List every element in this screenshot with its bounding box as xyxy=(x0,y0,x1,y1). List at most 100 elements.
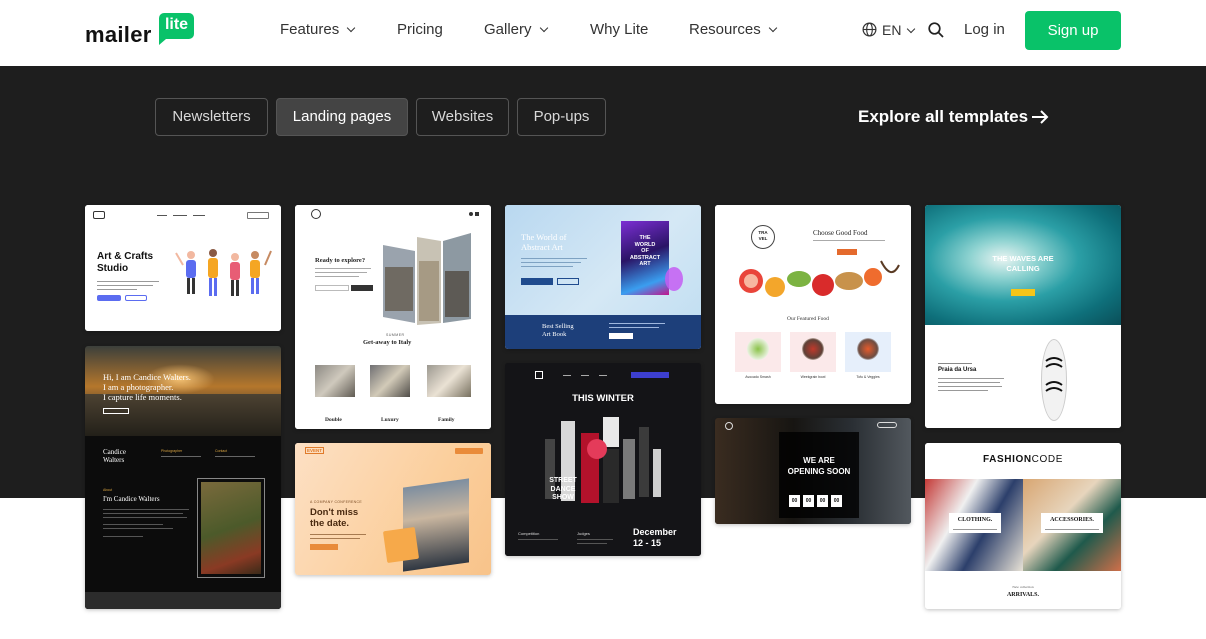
login-link[interactable]: Log in xyxy=(964,21,1005,38)
about-title: I'm Candice Walters xyxy=(103,495,160,503)
footer-title: Best Selling Art Book xyxy=(542,323,574,339)
text-line xyxy=(103,528,173,529)
nav-why-lite[interactable]: Why Lite xyxy=(590,21,648,38)
countdown-seconds: 00 xyxy=(831,495,842,507)
nav-gallery[interactable]: Gallery xyxy=(484,21,548,38)
template-card-waves[interactable]: THE WAVES ARE CALLING Praia da Ursa xyxy=(925,205,1121,428)
logo-badge: lite xyxy=(159,13,194,45)
room-photo xyxy=(427,365,471,397)
book-line: WORLD xyxy=(634,241,656,248)
template-card-street-dance[interactable]: THIS WINTER STREET DANCE SHOW Competitio… xyxy=(505,363,701,556)
book-title: THE WORLD OF ABSTRACT ART xyxy=(625,235,665,268)
section-title: Praia da Ursa xyxy=(938,367,977,373)
brand-logo-icon xyxy=(311,209,321,219)
category-label: ACCESSORIES. xyxy=(1041,513,1103,533)
dish-name: Tofu & Veggies xyxy=(856,375,880,379)
text-line xyxy=(315,276,359,277)
tab-landing-pages[interactable]: Landing pages xyxy=(276,98,408,136)
language-selector[interactable]: EN xyxy=(882,22,916,38)
cta-button xyxy=(97,295,121,301)
footer-strip xyxy=(85,592,281,609)
opening-title: WE ARE OPENING SOON xyxy=(779,456,859,477)
nav-pricing[interactable]: Pricing xyxy=(397,21,443,38)
social-icon xyxy=(475,212,479,216)
text-line xyxy=(518,539,558,540)
globe-icon[interactable] xyxy=(862,22,877,37)
show-line: DANCE xyxy=(550,485,576,493)
text-line xyxy=(103,509,189,510)
text-line xyxy=(938,386,1002,387)
nav-features[interactable]: Features xyxy=(280,21,356,38)
cta-button xyxy=(521,278,553,285)
template-card-event[interactable]: EVENT A COMPANY CONFERENCE Don't miss th… xyxy=(295,443,491,575)
template-card-opening-soon[interactable]: WE ARE OPENING SOON 00 00 00 00 xyxy=(715,418,911,524)
room-option: Family xyxy=(438,417,455,423)
text-line xyxy=(103,524,163,525)
text-line xyxy=(161,456,201,457)
hero-title: Choose Good Food xyxy=(813,229,868,237)
brand-part: CODE xyxy=(1031,454,1063,465)
date-line: December xyxy=(633,527,677,537)
top-navigation: mailer lite Features Pricing Gallery Why… xyxy=(0,0,1206,66)
tab-pop-ups[interactable]: Pop-ups xyxy=(517,98,606,136)
text-line xyxy=(97,281,159,282)
secondary-button xyxy=(557,278,579,285)
signup-button[interactable]: Sign up xyxy=(1025,11,1121,50)
food-ingredients-photo xyxy=(739,260,900,297)
surfboard-pattern xyxy=(1045,357,1063,392)
name-line: Candice xyxy=(103,448,126,456)
event-date: December 12 - 15 xyxy=(633,527,677,548)
template-card-art-crafts[interactable]: Art & Crafts Studio xyxy=(85,205,281,331)
text-line xyxy=(577,539,613,540)
section-title: Our Featured Food xyxy=(787,316,829,322)
search-icon[interactable] xyxy=(928,22,944,38)
text-line xyxy=(103,536,143,537)
book-line: OF xyxy=(641,248,649,255)
text-line xyxy=(521,266,573,267)
text-line xyxy=(310,538,360,539)
template-card-fashion-code[interactable]: FASHIONCODE CLOTHING. ACCESSORIES. New c… xyxy=(925,443,1121,609)
nav-why-lite-label: Why Lite xyxy=(590,21,649,38)
text-line xyxy=(609,327,659,328)
explore-all-templates-link[interactable]: Explore all templates xyxy=(858,107,1028,127)
title-line: Abstract Art xyxy=(521,242,563,252)
arrow-right-icon[interactable] xyxy=(1031,109,1049,125)
category-label: CLOTHING. xyxy=(949,513,1001,533)
title-line: CALLING xyxy=(1006,263,1040,273)
menu-link xyxy=(581,375,589,376)
text-line xyxy=(215,456,255,457)
text-line xyxy=(938,378,1004,379)
menu-link xyxy=(157,215,167,216)
name-line: Walters xyxy=(103,456,125,464)
chevron-down-icon xyxy=(346,23,356,33)
menu-link xyxy=(563,375,571,376)
hero-text: Hi, I am Candice Walters. I am a photogr… xyxy=(103,372,243,402)
menu-link xyxy=(173,215,187,216)
social-icon xyxy=(469,212,473,216)
template-card-abstract-art[interactable]: The World of Abstract Art THE WORLD OF A… xyxy=(505,205,701,349)
template-card-candice-walters[interactable]: Hi, I am Candice Walters. I am a photogr… xyxy=(85,346,281,609)
cta-button xyxy=(310,544,338,550)
tab-websites[interactable]: Websites xyxy=(416,98,509,136)
text-line xyxy=(97,289,137,290)
nav-resources[interactable]: Resources xyxy=(689,21,777,38)
template-card-get-away-italy[interactable]: Ready to explore? SUMMER Get-away to Ita… xyxy=(295,205,491,429)
collection-label: New collection xyxy=(1012,585,1034,589)
book-line: ABSTRACT xyxy=(629,254,661,261)
dish-name: Weekgrain bowl xyxy=(800,375,826,379)
section-title: Get-away to Italy xyxy=(363,339,412,346)
template-card-travel-food[interactable]: TRA VEL Choose Good Food Our Featured Fo… xyxy=(715,205,911,404)
tab-newsletters[interactable]: Newsletters xyxy=(155,98,268,136)
people-illustration xyxy=(175,249,272,296)
play-logo-icon xyxy=(535,371,543,379)
footer-button xyxy=(609,333,633,339)
countdown-days: 00 xyxy=(789,495,800,507)
dish-photo xyxy=(747,338,769,360)
studio-logo-icon xyxy=(93,211,105,219)
header-button xyxy=(247,212,269,219)
nav-gallery-label: Gallery xyxy=(484,21,532,38)
hero-title: THE WAVES ARE CALLING xyxy=(965,254,1081,273)
text-line xyxy=(315,268,371,269)
text-line xyxy=(315,272,367,273)
text-line xyxy=(577,543,607,544)
